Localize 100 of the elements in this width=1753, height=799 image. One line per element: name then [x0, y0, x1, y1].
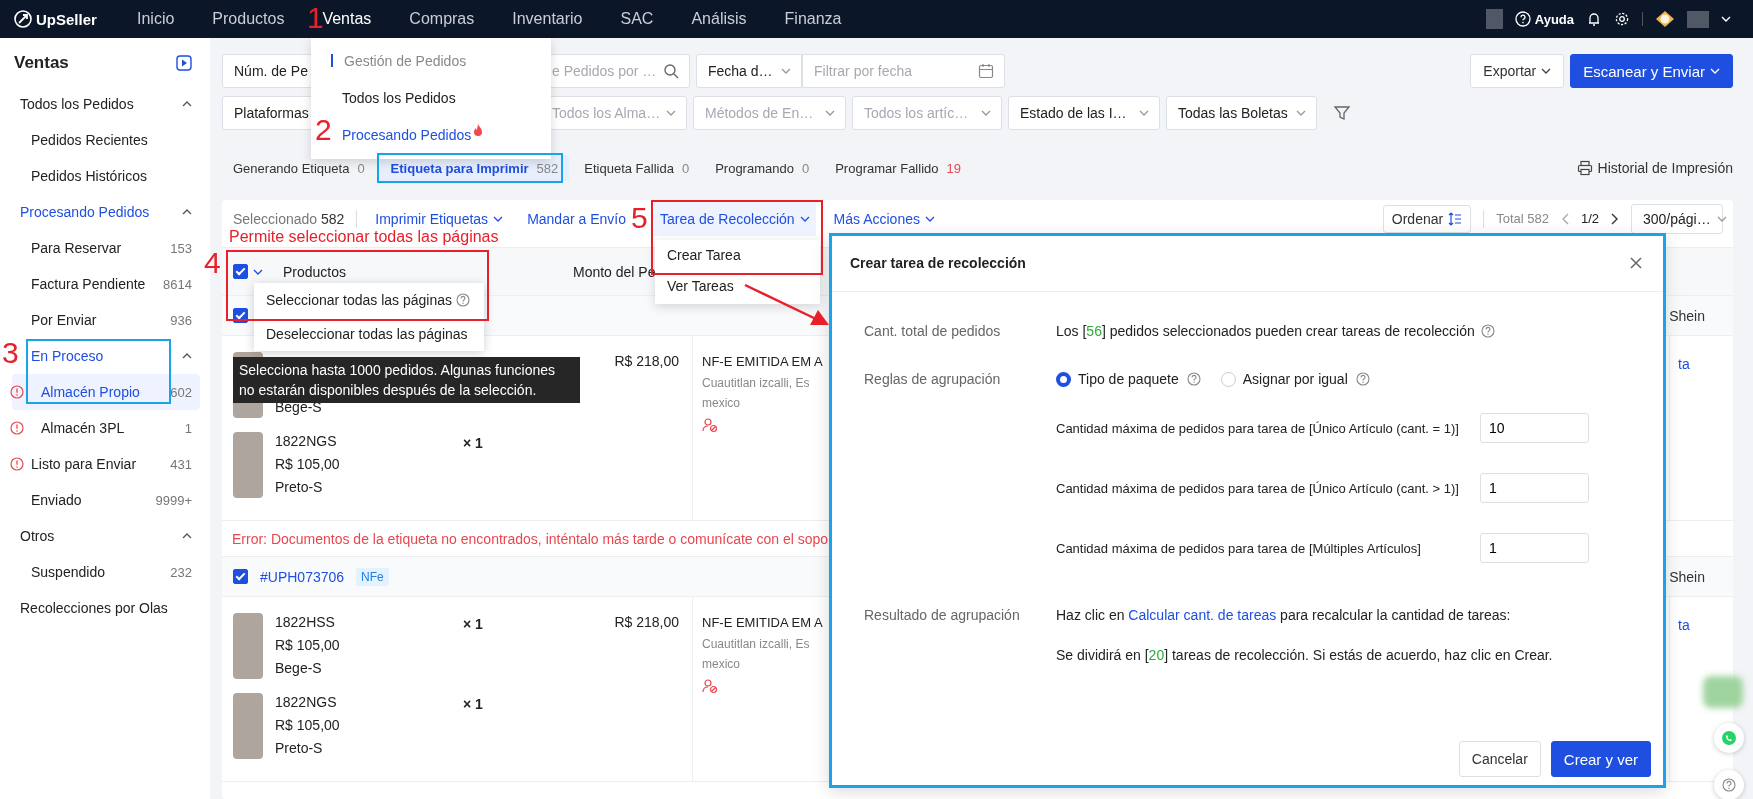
menu-item[interactable]: Seleccionar todas las páginas: [254, 283, 484, 317]
sidebar-item[interactable]: Para Reservar 153: [12, 230, 200, 266]
checkbox[interactable]: [233, 569, 248, 584]
bell-icon[interactable]: [1586, 11, 1602, 27]
close-icon[interactable]: [1629, 255, 1643, 270]
export-button[interactable]: Exportar: [1470, 54, 1565, 88]
caret-icon: [666, 110, 677, 116]
number-input[interactable]: 1: [1480, 533, 1589, 563]
search-icon: [663, 63, 679, 79]
radio-option[interactable]: Asignar por igual: [1220, 371, 1348, 387]
tooltip: Selecciona hasta 1000 pedidos. Algunas funciones no estarán disponibles después de la selección.: [233, 357, 580, 403]
sort-button[interactable]: Ordenar: [1382, 204, 1472, 233]
scan-and-send-button[interactable]: Escanear y Enviar: [1570, 54, 1733, 88]
field-label: Cant. total de pedidos: [864, 322, 1002, 341]
sidebar-item[interactable]: Todos los Pedidos: [12, 86, 200, 122]
product-sku: 1822NGS: [275, 432, 338, 451]
caret-icon: [1541, 68, 1552, 74]
help-icon: [1722, 778, 1736, 792]
account-placeholder: [1687, 10, 1709, 28]
caret-icon: [799, 215, 810, 222]
step-number: 4: [204, 248, 221, 278]
field-label: Resultado de agrupación: [864, 606, 1021, 625]
field-label: Cantidad máxima de pedidos para tarea de [Único Artículo (cant. = 1)]: [1056, 420, 1460, 436]
sidebar-item[interactable]: Recolecciones por Olas: [12, 590, 200, 626]
printer-icon: [1576, 160, 1593, 176]
action-menu[interactable]: Tarea de Recolección: [653, 201, 816, 236]
caret-icon: [182, 101, 192, 107]
help-link[interactable]: Ayuda: [1514, 11, 1574, 27]
nav-item[interactable]: Inicio: [137, 10, 175, 28]
tab[interactable]: Programando 0: [704, 155, 821, 181]
caret-icon: [182, 209, 192, 215]
tab[interactable]: Programar Fallido 19: [824, 155, 972, 181]
order-number-link[interactable]: #UPH073706: [260, 568, 345, 585]
person-icon: [702, 678, 718, 694]
step-number: 2: [315, 115, 332, 145]
sidebar-item[interactable]: Pedidos Recientes: [12, 122, 200, 158]
sidebar-item[interactable]: Almacén 3PL 1: [12, 410, 200, 446]
menu-item[interactable]: Deseleccionar todas las páginas: [254, 317, 484, 351]
sidebar-item[interactable]: Enviado 9999+: [12, 482, 200, 518]
radio-option[interactable]: Tipo de paquete: [1056, 371, 1179, 387]
menu-item[interactable]: Ver Tareas: [655, 271, 820, 302]
menu-heading: Gestión de Pedidos: [331, 42, 467, 79]
sidebar-item[interactable]: Otros: [12, 518, 200, 554]
order-link[interactable]: ta: [1678, 617, 1690, 633]
menu-item[interactable]: Crear Tarea: [655, 240, 820, 271]
address-line: mexico: [702, 656, 740, 673]
caret-icon[interactable]: [1721, 16, 1731, 22]
product-price: R$ 105,00: [275, 716, 341, 735]
tab[interactable]: Generando Etiqueta 0: [222, 155, 376, 181]
address-line: Cuautitlan izcalli, Es: [702, 636, 810, 653]
product-variant: Preto-S: [275, 739, 324, 758]
nav-item[interactable]: Finanza: [784, 10, 842, 28]
number-input[interactable]: 10: [1480, 413, 1589, 443]
total-count: Total 582: [1496, 211, 1549, 226]
select-field[interactable]: Fecha d…: [696, 54, 802, 88]
cancel-button[interactable]: Cancelar: [1458, 741, 1541, 777]
filter-icon[interactable]: [1333, 104, 1351, 122]
help-icon: [1355, 372, 1370, 386]
menu-item[interactable]: Todos los Pedidos: [342, 79, 456, 116]
action-menu[interactable]: Más Acciones: [827, 201, 941, 236]
help-button[interactable]: [1714, 770, 1744, 799]
platform-label: Shein: [1669, 568, 1705, 585]
product-sku: 1822HSS: [275, 613, 336, 632]
nav-item[interactable]: Análisis: [691, 10, 747, 28]
sidebar-item[interactable]: Factura Pendiente 8614: [12, 266, 200, 302]
play-icon[interactable]: [176, 55, 192, 71]
sidebar-item[interactable]: Listo para Enviar 431: [12, 446, 200, 482]
select-field[interactable]: Estado de las I…: [1008, 96, 1160, 130]
calendar-icon: [978, 63, 994, 79]
create-button[interactable]: Crear y ver: [1550, 741, 1651, 777]
checkbox[interactable]: [233, 264, 248, 279]
step-number: 5: [631, 203, 648, 233]
number-input[interactable]: 1: [1480, 473, 1589, 503]
sidebar-item[interactable]: Por Enviar 936: [12, 302, 200, 338]
badge-icon: [1655, 10, 1675, 28]
nav-item[interactable]: Compras: [409, 10, 475, 28]
radio-button[interactable]: [1056, 371, 1071, 387]
next-icon[interactable]: [1611, 212, 1619, 225]
sidebar-item[interactable]: Suspendido 232: [12, 554, 200, 590]
print-history-link[interactable]: Historial de Impresión: [1576, 160, 1733, 176]
sidebar-item[interactable]: Pedidos Históricos: [12, 158, 200, 194]
nav-item[interactable]: Productos: [212, 10, 285, 28]
menu-item[interactable]: Procesando Pedidos: [342, 116, 484, 153]
calculate-link[interactable]: Calcular cant. de tareas: [1128, 607, 1277, 623]
nav-item[interactable]: SAC: [620, 10, 654, 28]
settings-icon[interactable]: [1614, 11, 1630, 27]
action-menu[interactable]: Mandar a Envío: [521, 201, 632, 236]
order-link[interactable]: ta: [1678, 356, 1690, 372]
tab[interactable]: Etiqueta Fallida 0: [573, 155, 701, 181]
sidebar-item[interactable]: Almacén Propio 602: [12, 374, 200, 410]
quantity: × 1: [463, 696, 483, 712]
platform-label: Shein: [1669, 307, 1705, 324]
summary-text: Los [56] pedidos seleccionados pueden crear tareas de recolección: [1056, 323, 1475, 339]
field-label: Cantidad máxima de pedidos para tarea de [Único Artículo (cant. > 1)]: [1056, 480, 1460, 496]
caret-icon: [182, 353, 192, 359]
sidebar-item[interactable]: Procesando Pedidos: [12, 194, 200, 230]
nav-item[interactable]: Inventario: [512, 10, 583, 28]
select-field[interactable]: Todas las Boletas: [1166, 96, 1317, 130]
warning-icon: [10, 421, 24, 435]
nav-item[interactable]: Ventas: [322, 10, 372, 28]
